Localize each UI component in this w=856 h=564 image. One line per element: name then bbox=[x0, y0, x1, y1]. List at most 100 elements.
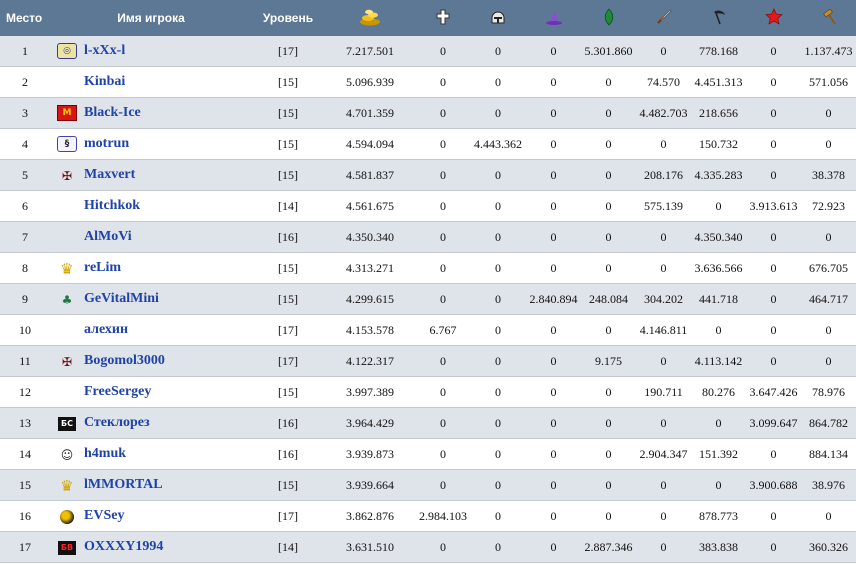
clan-bw-icon[interactable]: БВ bbox=[58, 540, 76, 555]
place-cell: 5 bbox=[0, 159, 50, 191]
clan-cell: БВ bbox=[50, 531, 84, 563]
player-link[interactable]: l-xXx-l bbox=[84, 43, 125, 58]
total-cell: 5.096.939 bbox=[324, 66, 416, 98]
level-cell: [15] bbox=[252, 376, 324, 408]
player-name-cell: AlMoVi bbox=[84, 221, 252, 253]
leaf-value-cell: 0 bbox=[581, 128, 636, 160]
clan-cell: ✠ bbox=[50, 345, 84, 377]
leaf-value-cell: 248.084 bbox=[581, 283, 636, 315]
hammer-value-cell: 38.976 bbox=[801, 469, 856, 501]
header-red-star[interactable] bbox=[746, 0, 801, 36]
player-name-cell: GeVitalMini bbox=[84, 283, 252, 315]
sword-value-cell: 0 bbox=[636, 36, 691, 67]
helmet-value-cell: 0 bbox=[470, 407, 526, 439]
header-row: Место Имя игрока Уровень bbox=[0, 0, 856, 36]
scythe-value-cell: 4.113.142 bbox=[691, 345, 746, 377]
header-hammer[interactable] bbox=[801, 0, 856, 36]
clan-crown-icon[interactable]: ♛ bbox=[58, 478, 76, 493]
clan-crown-icon[interactable]: ♛ bbox=[58, 261, 76, 276]
level-cell: [17] bbox=[252, 314, 324, 346]
clan-red-box-icon[interactable]: M bbox=[57, 105, 77, 122]
place-cell: 8 bbox=[0, 252, 50, 284]
player-link[interactable]: reLim bbox=[84, 260, 121, 275]
helmet-value-cell: 0 bbox=[470, 252, 526, 284]
clan-ball-icon[interactable] bbox=[60, 509, 74, 524]
player-name-cell: OXXXY1994 bbox=[84, 531, 252, 563]
total-cell: 3.939.873 bbox=[324, 438, 416, 470]
player-link[interactable]: FreeSergey bbox=[84, 384, 151, 399]
header-player-name[interactable]: Имя игрока bbox=[50, 0, 252, 36]
wizard-hat-icon bbox=[545, 9, 563, 28]
sword-value-cell: 0 bbox=[636, 128, 691, 160]
place-cell: 15 bbox=[0, 469, 50, 501]
player-link[interactable]: GeVitalMini bbox=[84, 291, 159, 306]
red-star-value-cell: 0 bbox=[746, 36, 801, 67]
table-row: 2 Kinbai [15] 5.096.939 0 0 0 0 74.570 4.451.313 0… bbox=[0, 66, 856, 98]
sword-value-cell: 0 bbox=[636, 531, 691, 563]
clan-swirl-icon[interactable]: ◎ bbox=[57, 43, 77, 60]
header-wizard[interactable] bbox=[526, 0, 581, 36]
clan-face-icon[interactable]: ☺ bbox=[58, 448, 76, 462]
clan-cell: БС bbox=[50, 407, 84, 439]
table-row: 3 M Black-Ice [15] 4.701.359 0 0 0 0 4.482.703 218… bbox=[0, 97, 856, 129]
player-link[interactable]: EVSey bbox=[84, 508, 124, 523]
header-sword[interactable] bbox=[636, 0, 691, 36]
table-row: 4 § motrun [15] 4.594.094 0 4.443.362 0 0 0 150.73… bbox=[0, 128, 856, 160]
clan-bs-icon[interactable]: БС bbox=[58, 416, 76, 431]
helmet-value-cell: 0 bbox=[470, 283, 526, 315]
header-leaf[interactable] bbox=[581, 0, 636, 36]
wizard-value-cell: 0 bbox=[526, 128, 581, 160]
header-total[interactable] bbox=[324, 0, 416, 36]
place-cell: 4 bbox=[0, 128, 50, 160]
scythe-value-cell: 383.838 bbox=[691, 531, 746, 563]
header-place[interactable]: Место bbox=[0, 0, 50, 36]
place-cell: 7 bbox=[0, 221, 50, 253]
sword-value-cell: 2.904.347 bbox=[636, 438, 691, 470]
helmet-icon bbox=[490, 9, 506, 28]
clan-cell: § bbox=[50, 128, 84, 160]
helmet-value-cell: 0 bbox=[470, 36, 526, 67]
sword-value-cell: 0 bbox=[636, 252, 691, 284]
player-name-cell: Kinbai bbox=[84, 66, 252, 98]
clan-snake-icon[interactable]: § bbox=[57, 136, 77, 153]
level-cell: [17] bbox=[252, 345, 324, 377]
player-link[interactable]: Kinbai bbox=[84, 74, 125, 89]
player-link[interactable]: Стеклорез bbox=[84, 415, 150, 430]
header-scythe[interactable] bbox=[691, 0, 746, 36]
hammer-value-cell: 38.378 bbox=[801, 159, 856, 191]
player-link[interactable]: Maxvert bbox=[84, 167, 135, 182]
player-link[interactable]: Black-Ice bbox=[84, 105, 141, 120]
player-name-cell: Bogomol3000 bbox=[84, 345, 252, 377]
player-link[interactable]: AlMoVi bbox=[84, 229, 132, 244]
cross-value-cell: 0 bbox=[416, 97, 470, 129]
header-cross[interactable] bbox=[416, 0, 470, 36]
cross-value-cell: 0 bbox=[416, 283, 470, 315]
player-link[interactable]: lMMORTAL bbox=[84, 477, 163, 492]
clan-bat-icon[interactable]: ✠ bbox=[58, 355, 76, 369]
total-cell: 4.561.675 bbox=[324, 190, 416, 222]
leaf-icon bbox=[603, 7, 615, 29]
player-link[interactable]: h4muk bbox=[84, 446, 126, 461]
helmet-value-cell: 0 bbox=[470, 376, 526, 408]
player-link[interactable]: Hitchkok bbox=[84, 198, 140, 213]
place-cell: 6 bbox=[0, 190, 50, 222]
clan-tree-icon[interactable]: ♣ bbox=[58, 293, 76, 307]
leaf-value-cell: 0 bbox=[581, 221, 636, 253]
sword-value-cell: 74.570 bbox=[636, 66, 691, 98]
header-level[interactable]: Уровень bbox=[252, 0, 324, 36]
hammer-value-cell: 72.923 bbox=[801, 190, 856, 222]
level-cell: [15] bbox=[252, 97, 324, 129]
wizard-value-cell: 0 bbox=[526, 252, 581, 284]
scythe-value-cell: 0 bbox=[691, 407, 746, 439]
player-link[interactable]: алехин bbox=[84, 322, 128, 337]
player-link[interactable]: Bogomol3000 bbox=[84, 353, 165, 368]
player-name-cell: Black-Ice bbox=[84, 97, 252, 129]
player-link[interactable]: OXXXY1994 bbox=[84, 539, 163, 554]
player-link[interactable]: motrun bbox=[84, 136, 129, 151]
wizard-value-cell: 0 bbox=[526, 500, 581, 532]
wizard-value-cell: 0 bbox=[526, 376, 581, 408]
hammer-value-cell: 0 bbox=[801, 345, 856, 377]
header-helmet[interactable] bbox=[470, 0, 526, 36]
clan-bat-icon[interactable]: ✠ bbox=[58, 169, 76, 183]
player-name-cell: Стеклорез bbox=[84, 407, 252, 439]
